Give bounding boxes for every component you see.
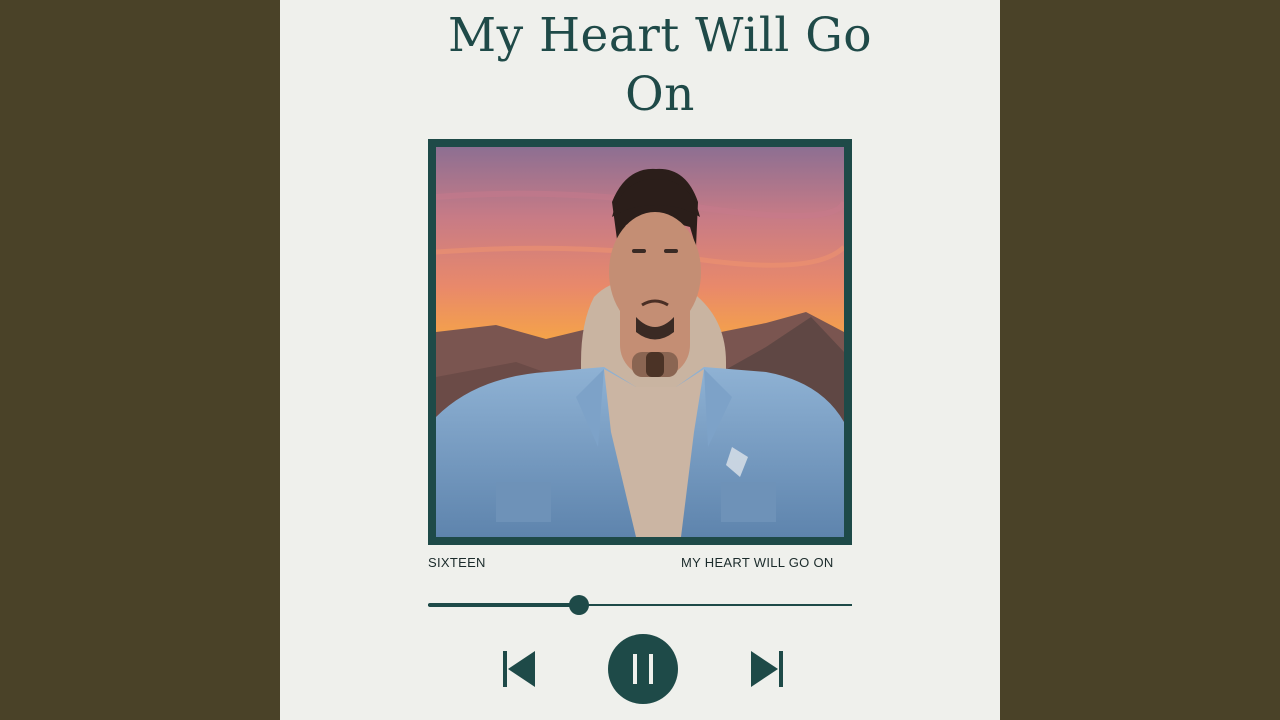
artist-label: SIXTEEN — [428, 555, 486, 570]
progress-track[interactable] — [428, 595, 852, 615]
song-title-line2: On — [625, 67, 695, 122]
progress-fill — [428, 603, 579, 607]
skip-previous-icon — [503, 651, 535, 687]
pause-icon — [633, 654, 653, 684]
artwork-image — [436, 147, 844, 537]
song-title-line1: My Heart Will Go — [447, 8, 873, 63]
pause-button[interactable] — [608, 634, 678, 704]
previous-button[interactable] — [502, 651, 536, 687]
next-button[interactable] — [750, 651, 784, 687]
progress-thumb[interactable] — [568, 595, 589, 615]
skip-next-icon — [751, 651, 783, 687]
album-artwork — [428, 139, 852, 545]
player-panel: My Heart Will Go On SIXTEEN MY HEART WIL… — [280, 0, 1000, 720]
song-label: MY HEART WILL GO ON — [681, 555, 834, 570]
song-title: My Heart Will Go On — [440, 6, 880, 124]
